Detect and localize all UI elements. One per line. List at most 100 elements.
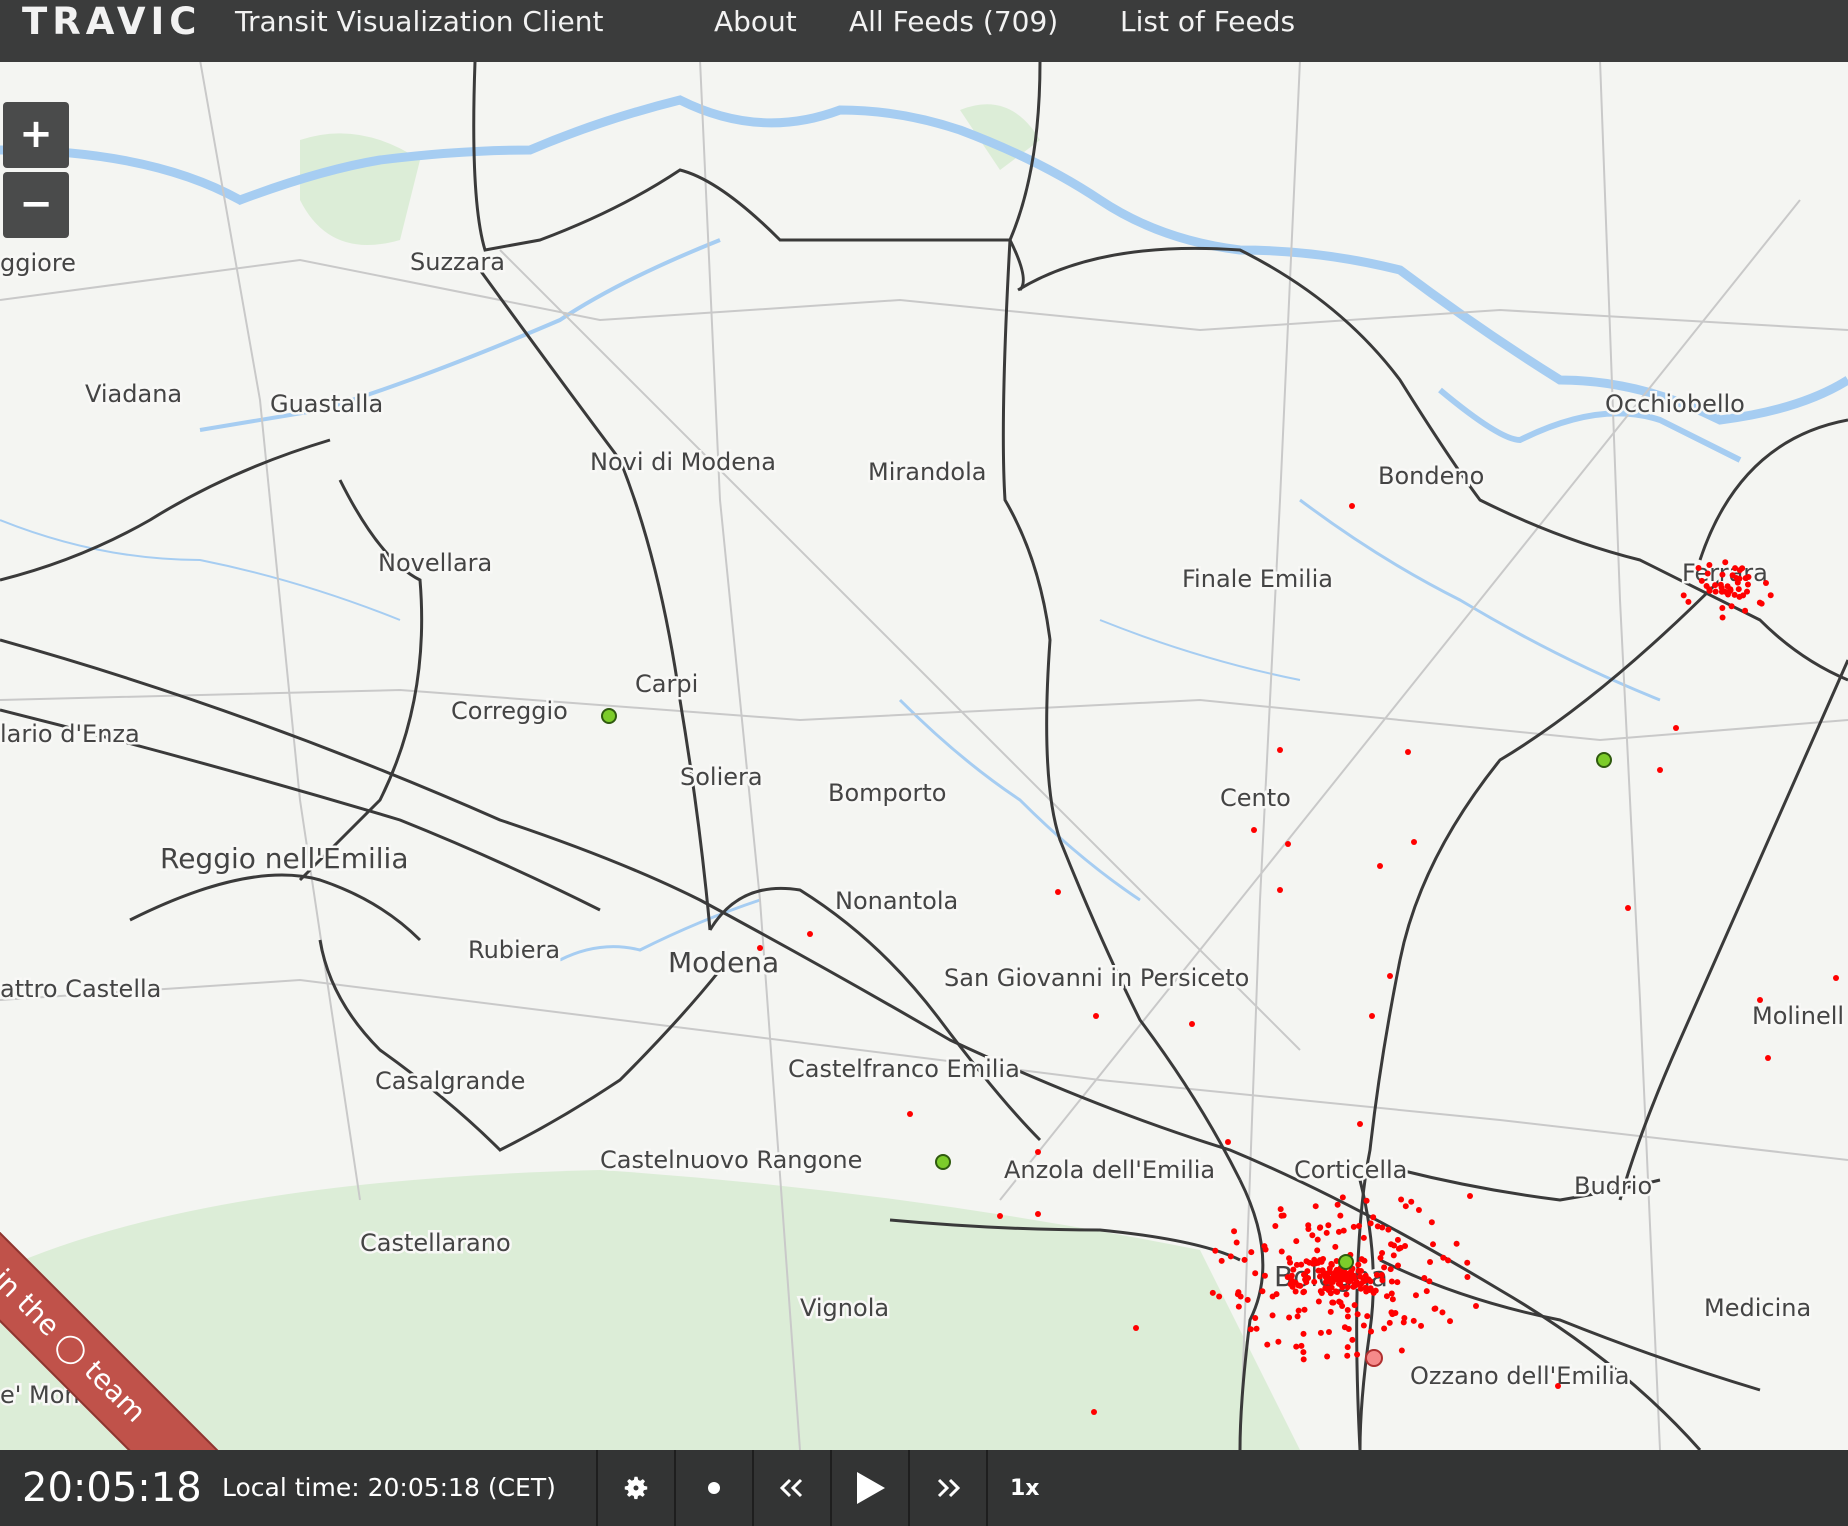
vehicle-marker[interactable] bbox=[1289, 1277, 1296, 1284]
vehicle-marker[interactable] bbox=[1315, 1298, 1322, 1305]
vehicle-marker[interactable] bbox=[1316, 1257, 1323, 1264]
vehicle-marker[interactable] bbox=[1355, 1222, 1362, 1229]
vehicle-marker[interactable] bbox=[1355, 1261, 1362, 1268]
zoom-out-button[interactable]: − bbox=[3, 172, 69, 238]
vehicle-marker[interactable] bbox=[1330, 1299, 1337, 1306]
vehicle-marker[interactable] bbox=[1344, 1284, 1351, 1291]
vehicle-marker[interactable] bbox=[1286, 1314, 1293, 1321]
vehicle-marker[interactable] bbox=[1719, 605, 1726, 612]
vehicle-marker[interactable] bbox=[1235, 1303, 1242, 1310]
vehicle-marker[interactable] bbox=[1717, 581, 1724, 588]
vehicle-marker[interactable] bbox=[1390, 1252, 1397, 1259]
vehicle-marker[interactable] bbox=[1427, 1258, 1434, 1265]
vehicle-marker[interactable] bbox=[1290, 1266, 1297, 1273]
vehicle-marker[interactable] bbox=[1295, 1307, 1302, 1314]
vehicle-marker[interactable] bbox=[1314, 1247, 1321, 1254]
vehicle-marker[interactable] bbox=[807, 931, 813, 937]
vehicle-marker[interactable] bbox=[1311, 1278, 1318, 1285]
vehicle-marker[interactable] bbox=[1275, 1338, 1282, 1345]
vehicle-marker[interactable] bbox=[1379, 1224, 1386, 1231]
vehicle-marker[interactable] bbox=[1235, 1289, 1242, 1296]
app-logo[interactable]: TRAVIC bbox=[22, 2, 201, 42]
vehicle-marker[interactable] bbox=[1428, 1219, 1435, 1226]
vehicle-marker[interactable] bbox=[1467, 1193, 1473, 1199]
vehicle-marker[interactable] bbox=[1294, 1313, 1301, 1320]
vehicle-marker[interactable] bbox=[1712, 588, 1719, 595]
vehicle-marker[interactable] bbox=[1252, 1270, 1259, 1277]
vehicle-marker[interactable] bbox=[1430, 1241, 1437, 1248]
vehicle-marker[interactable] bbox=[1301, 1288, 1308, 1295]
vehicle-marker[interactable] bbox=[1309, 1232, 1316, 1239]
vehicle-marker[interactable] bbox=[1372, 1287, 1379, 1294]
vehicle-marker[interactable] bbox=[1316, 1224, 1323, 1231]
vehicle-marker[interactable] bbox=[1732, 565, 1739, 572]
vehicle-marker[interactable] bbox=[1387, 1266, 1394, 1273]
vehicle-marker[interactable] bbox=[1373, 1272, 1380, 1279]
vehicle-marker[interactable] bbox=[1388, 1278, 1395, 1285]
vehicle-marker[interactable] bbox=[1386, 1319, 1393, 1326]
vehicle-marker[interactable] bbox=[1261, 1272, 1268, 1279]
vehicle-marker[interactable] bbox=[1394, 1236, 1401, 1243]
vehicle-marker[interactable] bbox=[1337, 1270, 1344, 1277]
vehicle-marker[interactable] bbox=[1341, 1324, 1348, 1331]
vehicle-marker[interactable] bbox=[1744, 581, 1751, 588]
vehicle-marker[interactable] bbox=[1742, 607, 1749, 614]
vehicle-marker[interactable] bbox=[1344, 1344, 1351, 1351]
vehicle-marker[interactable] bbox=[1367, 1220, 1374, 1227]
selected-vehicle-marker[interactable] bbox=[1365, 1349, 1383, 1367]
vehicle-marker[interactable] bbox=[1432, 1305, 1439, 1312]
vehicle-marker[interactable] bbox=[1302, 1276, 1309, 1283]
vehicle-marker[interactable] bbox=[1328, 1284, 1335, 1291]
vehicle-marker[interactable] bbox=[1408, 1198, 1415, 1205]
vehicle-marker[interactable] bbox=[1370, 1214, 1377, 1221]
vehicle-marker[interactable] bbox=[1740, 592, 1747, 599]
vehicle-marker[interactable] bbox=[1269, 1312, 1276, 1319]
zoom-in-button[interactable]: + bbox=[3, 102, 69, 168]
vehicle-marker[interactable] bbox=[1244, 1296, 1251, 1303]
vehicle-marker[interactable] bbox=[1360, 1234, 1367, 1241]
vehicle-marker[interactable] bbox=[1055, 889, 1061, 895]
vehicle-marker[interactable] bbox=[1706, 562, 1713, 569]
vehicle-marker[interactable] bbox=[1314, 1236, 1321, 1243]
vehicle-marker[interactable] bbox=[1248, 1249, 1255, 1256]
vehicle-marker[interactable] bbox=[1736, 575, 1743, 582]
vehicle-marker[interactable] bbox=[1426, 1278, 1433, 1285]
vehicle-marker[interactable] bbox=[1555, 1383, 1561, 1389]
vehicle-marker[interactable] bbox=[1719, 571, 1726, 578]
vehicle-marker[interactable] bbox=[1402, 1243, 1409, 1250]
vehicle-marker[interactable] bbox=[1334, 1201, 1341, 1208]
vehicle-marker[interactable] bbox=[1212, 1247, 1219, 1254]
vehicle-marker[interactable] bbox=[1327, 1290, 1334, 1297]
vehicle-marker[interactable] bbox=[1303, 1258, 1310, 1265]
vehicle-marker[interactable] bbox=[1657, 767, 1663, 773]
vehicle-marker[interactable] bbox=[1035, 1211, 1041, 1217]
nav-about[interactable]: About bbox=[714, 4, 797, 40]
vehicle-marker[interactable] bbox=[1335, 1228, 1342, 1235]
vehicle-marker[interactable] bbox=[1351, 1302, 1358, 1309]
vehicle-marker[interactable] bbox=[1233, 1239, 1240, 1246]
vehicle-marker[interactable] bbox=[1225, 1139, 1231, 1145]
vehicle-marker[interactable] bbox=[1337, 1212, 1344, 1219]
vehicle-marker[interactable] bbox=[1464, 1273, 1471, 1280]
vehicle-marker[interactable] bbox=[1277, 887, 1283, 893]
vehicle-marker[interactable] bbox=[1325, 1222, 1332, 1229]
vehicle-marker[interactable] bbox=[1216, 1293, 1223, 1300]
speed-selector[interactable]: 1x bbox=[986, 1450, 1100, 1526]
vehicle-marker[interactable] bbox=[1251, 827, 1257, 833]
vehicle-marker[interactable] bbox=[1473, 1303, 1479, 1309]
vehicle-marker[interactable] bbox=[1405, 749, 1411, 755]
vehicle-marker[interactable] bbox=[1387, 973, 1393, 979]
vehicle-marker[interactable] bbox=[1742, 575, 1749, 582]
vehicle-marker[interactable] bbox=[1327, 1308, 1334, 1315]
vehicle-marker[interactable] bbox=[1412, 1292, 1419, 1299]
vehicle-marker[interactable] bbox=[1377, 863, 1383, 869]
vehicle-marker[interactable] bbox=[1241, 1256, 1248, 1263]
vehicle-marker[interactable] bbox=[1729, 572, 1736, 579]
vehicle-marker[interactable] bbox=[1093, 1013, 1099, 1019]
vehicle-marker[interactable] bbox=[1293, 1343, 1300, 1350]
vehicle-marker[interactable] bbox=[1189, 1021, 1195, 1027]
vehicle-marker[interactable] bbox=[1332, 1243, 1339, 1250]
vehicle-marker[interactable] bbox=[1253, 1325, 1260, 1332]
vehicle-marker[interactable] bbox=[1264, 1341, 1271, 1348]
stop-marker[interactable] bbox=[601, 708, 617, 724]
